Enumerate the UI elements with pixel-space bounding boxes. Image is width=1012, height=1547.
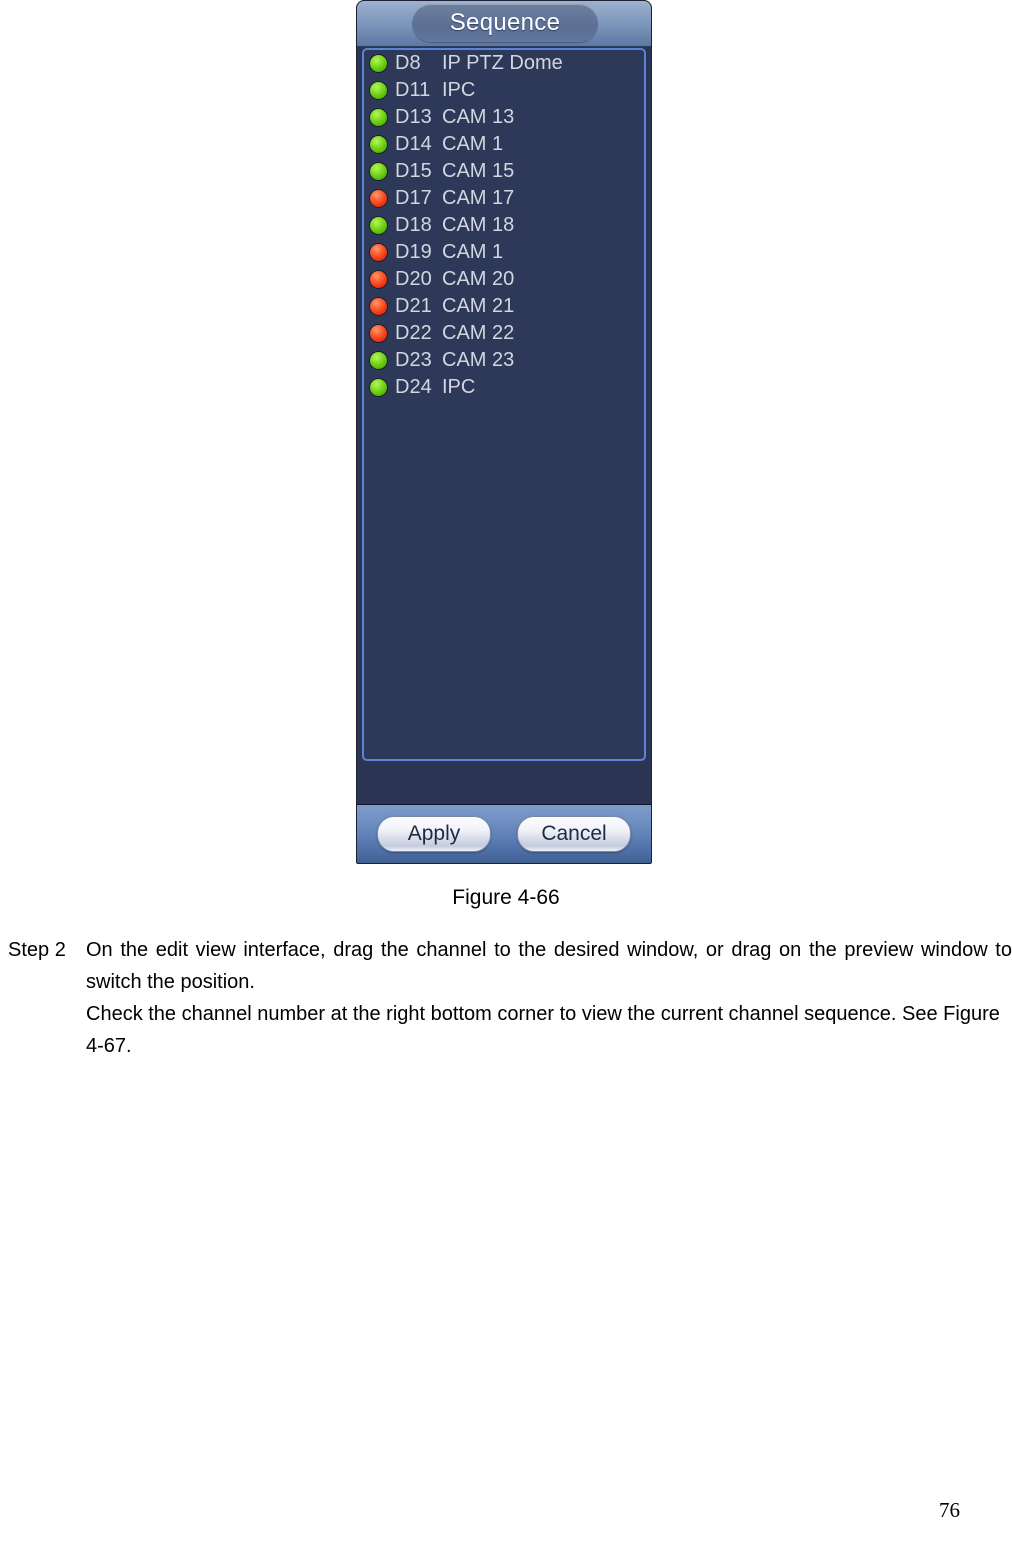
channel-row[interactable]: D21 CAM 21 xyxy=(364,293,644,320)
status-offline-icon xyxy=(369,270,388,289)
step-block: Step 2 On the edit view interface, drag … xyxy=(8,934,1012,1062)
channel-row[interactable]: D24 IPC xyxy=(364,374,644,401)
dialog-title-pill: Sequence xyxy=(412,4,598,42)
channel-name: CAM 15 xyxy=(442,160,515,182)
channel-id: D11 xyxy=(395,79,431,101)
channel-id: D22 xyxy=(395,322,432,344)
dialog-title: Sequence xyxy=(449,9,561,36)
step-row: Step 2 On the edit view interface, drag … xyxy=(8,934,1012,1062)
channel-name: CAM 1 xyxy=(442,133,504,155)
dialog-footer: Apply Cancel xyxy=(357,804,651,863)
channel-id: D17 xyxy=(395,187,432,209)
status-offline-icon xyxy=(369,243,388,262)
channel-name: CAM 20 xyxy=(442,268,515,290)
step-body: On the edit view interface, drag the cha… xyxy=(86,934,1012,1062)
channel-row[interactable]: D20 CAM 20 xyxy=(364,266,644,293)
step-label: Step 2 xyxy=(8,939,66,961)
channel-row[interactable]: D17 CAM 17 xyxy=(364,185,644,212)
channel-name: CAM 13 xyxy=(442,106,515,128)
status-online-icon xyxy=(369,54,388,73)
channel-name: CAM 23 xyxy=(442,349,515,371)
channel-row[interactable]: D22 CAM 22 xyxy=(364,320,644,347)
channel-name: CAM 21 xyxy=(442,295,515,317)
channel-id: D19 xyxy=(395,241,432,263)
figure-caption: Figure 4-66 xyxy=(452,886,560,909)
dialog-titlebar: Sequence xyxy=(357,1,651,47)
channel-row[interactable]: D23 CAM 23 xyxy=(364,347,644,374)
page-number: 76 xyxy=(939,1498,960,1522)
status-online-icon xyxy=(369,108,388,127)
channel-name: IPC xyxy=(442,79,476,101)
channel-id: D23 xyxy=(395,349,432,371)
status-online-icon xyxy=(369,135,388,154)
channel-row[interactable]: D11 IPC xyxy=(364,77,644,104)
channel-id: D8 xyxy=(395,52,421,74)
sequence-dialog: Sequence D8 IP PTZ Dome D11 IPC D13 CAM 13 D14… xyxy=(356,0,652,864)
channel-list-area: D8 IP PTZ Dome D11 IPC D13 CAM 13 D14 CAM 1 D15 C… xyxy=(357,47,651,805)
channel-row[interactable]: D13 CAM 13 xyxy=(364,104,644,131)
step-paragraph-1: On the edit view interface, drag the cha… xyxy=(86,939,1012,993)
channel-row[interactable]: D19 CAM 1 xyxy=(364,239,644,266)
status-online-icon xyxy=(369,81,388,100)
status-offline-icon xyxy=(369,297,388,316)
channel-name: CAM 1 xyxy=(442,241,504,263)
channel-row[interactable]: D15 CAM 15 xyxy=(364,158,644,185)
channel-id: D24 xyxy=(395,376,432,398)
apply-button[interactable]: Apply xyxy=(377,816,491,852)
channel-id: D20 xyxy=(395,268,432,290)
channel-name: IPC xyxy=(442,376,476,398)
channel-id: D13 xyxy=(395,106,432,128)
channel-row[interactable]: D18 CAM 18 xyxy=(364,212,644,239)
channel-name: CAM 18 xyxy=(442,214,515,236)
status-online-icon xyxy=(369,351,388,370)
channel-id: D21 xyxy=(395,295,432,317)
channel-row[interactable]: D14 CAM 1 xyxy=(364,131,644,158)
status-online-icon xyxy=(369,378,388,397)
channel-name: CAM 17 xyxy=(442,187,515,209)
status-online-icon xyxy=(369,162,388,181)
channel-name: CAM 22 xyxy=(442,322,515,344)
step-paragraph-2: Check the channel number at the right bo… xyxy=(86,1003,1000,1057)
status-offline-icon xyxy=(369,189,388,208)
channel-id: D15 xyxy=(395,160,432,182)
cancel-button-label: Cancel xyxy=(541,822,607,845)
channel-id: D14 xyxy=(395,133,432,155)
channel-id: D18 xyxy=(395,214,432,236)
status-offline-icon xyxy=(369,324,388,343)
cancel-button[interactable]: Cancel xyxy=(517,816,631,852)
status-online-icon xyxy=(369,216,388,235)
channel-row[interactable]: D8 IP PTZ Dome xyxy=(364,50,644,77)
channel-name: IP PTZ Dome xyxy=(442,52,563,74)
apply-button-label: Apply xyxy=(407,822,461,845)
channel-list[interactable]: D8 IP PTZ Dome D11 IPC D13 CAM 13 D14 CAM 1 D15 C… xyxy=(362,48,646,761)
